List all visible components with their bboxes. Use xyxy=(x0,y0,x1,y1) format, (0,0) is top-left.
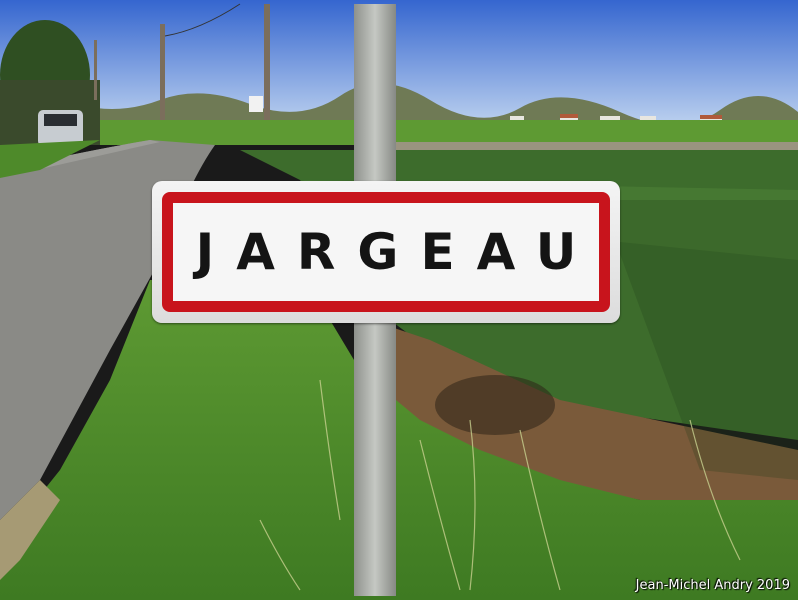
sign-red-border: JARGEAU xyxy=(162,192,610,312)
utility-pole xyxy=(160,24,165,136)
town-entry-sign: JARGEAU xyxy=(152,181,620,323)
photo-credit: Jean-Michel Andry 2019 xyxy=(635,578,790,593)
utility-pole xyxy=(94,40,97,100)
dirt-track xyxy=(395,142,798,150)
town-name: JARGEAU xyxy=(195,223,599,281)
distant-field xyxy=(100,120,798,145)
sign-shadow xyxy=(435,375,555,435)
photo: JARGEAU Jean-Michel Andry 2019 xyxy=(0,0,798,600)
parked-car xyxy=(38,110,83,146)
